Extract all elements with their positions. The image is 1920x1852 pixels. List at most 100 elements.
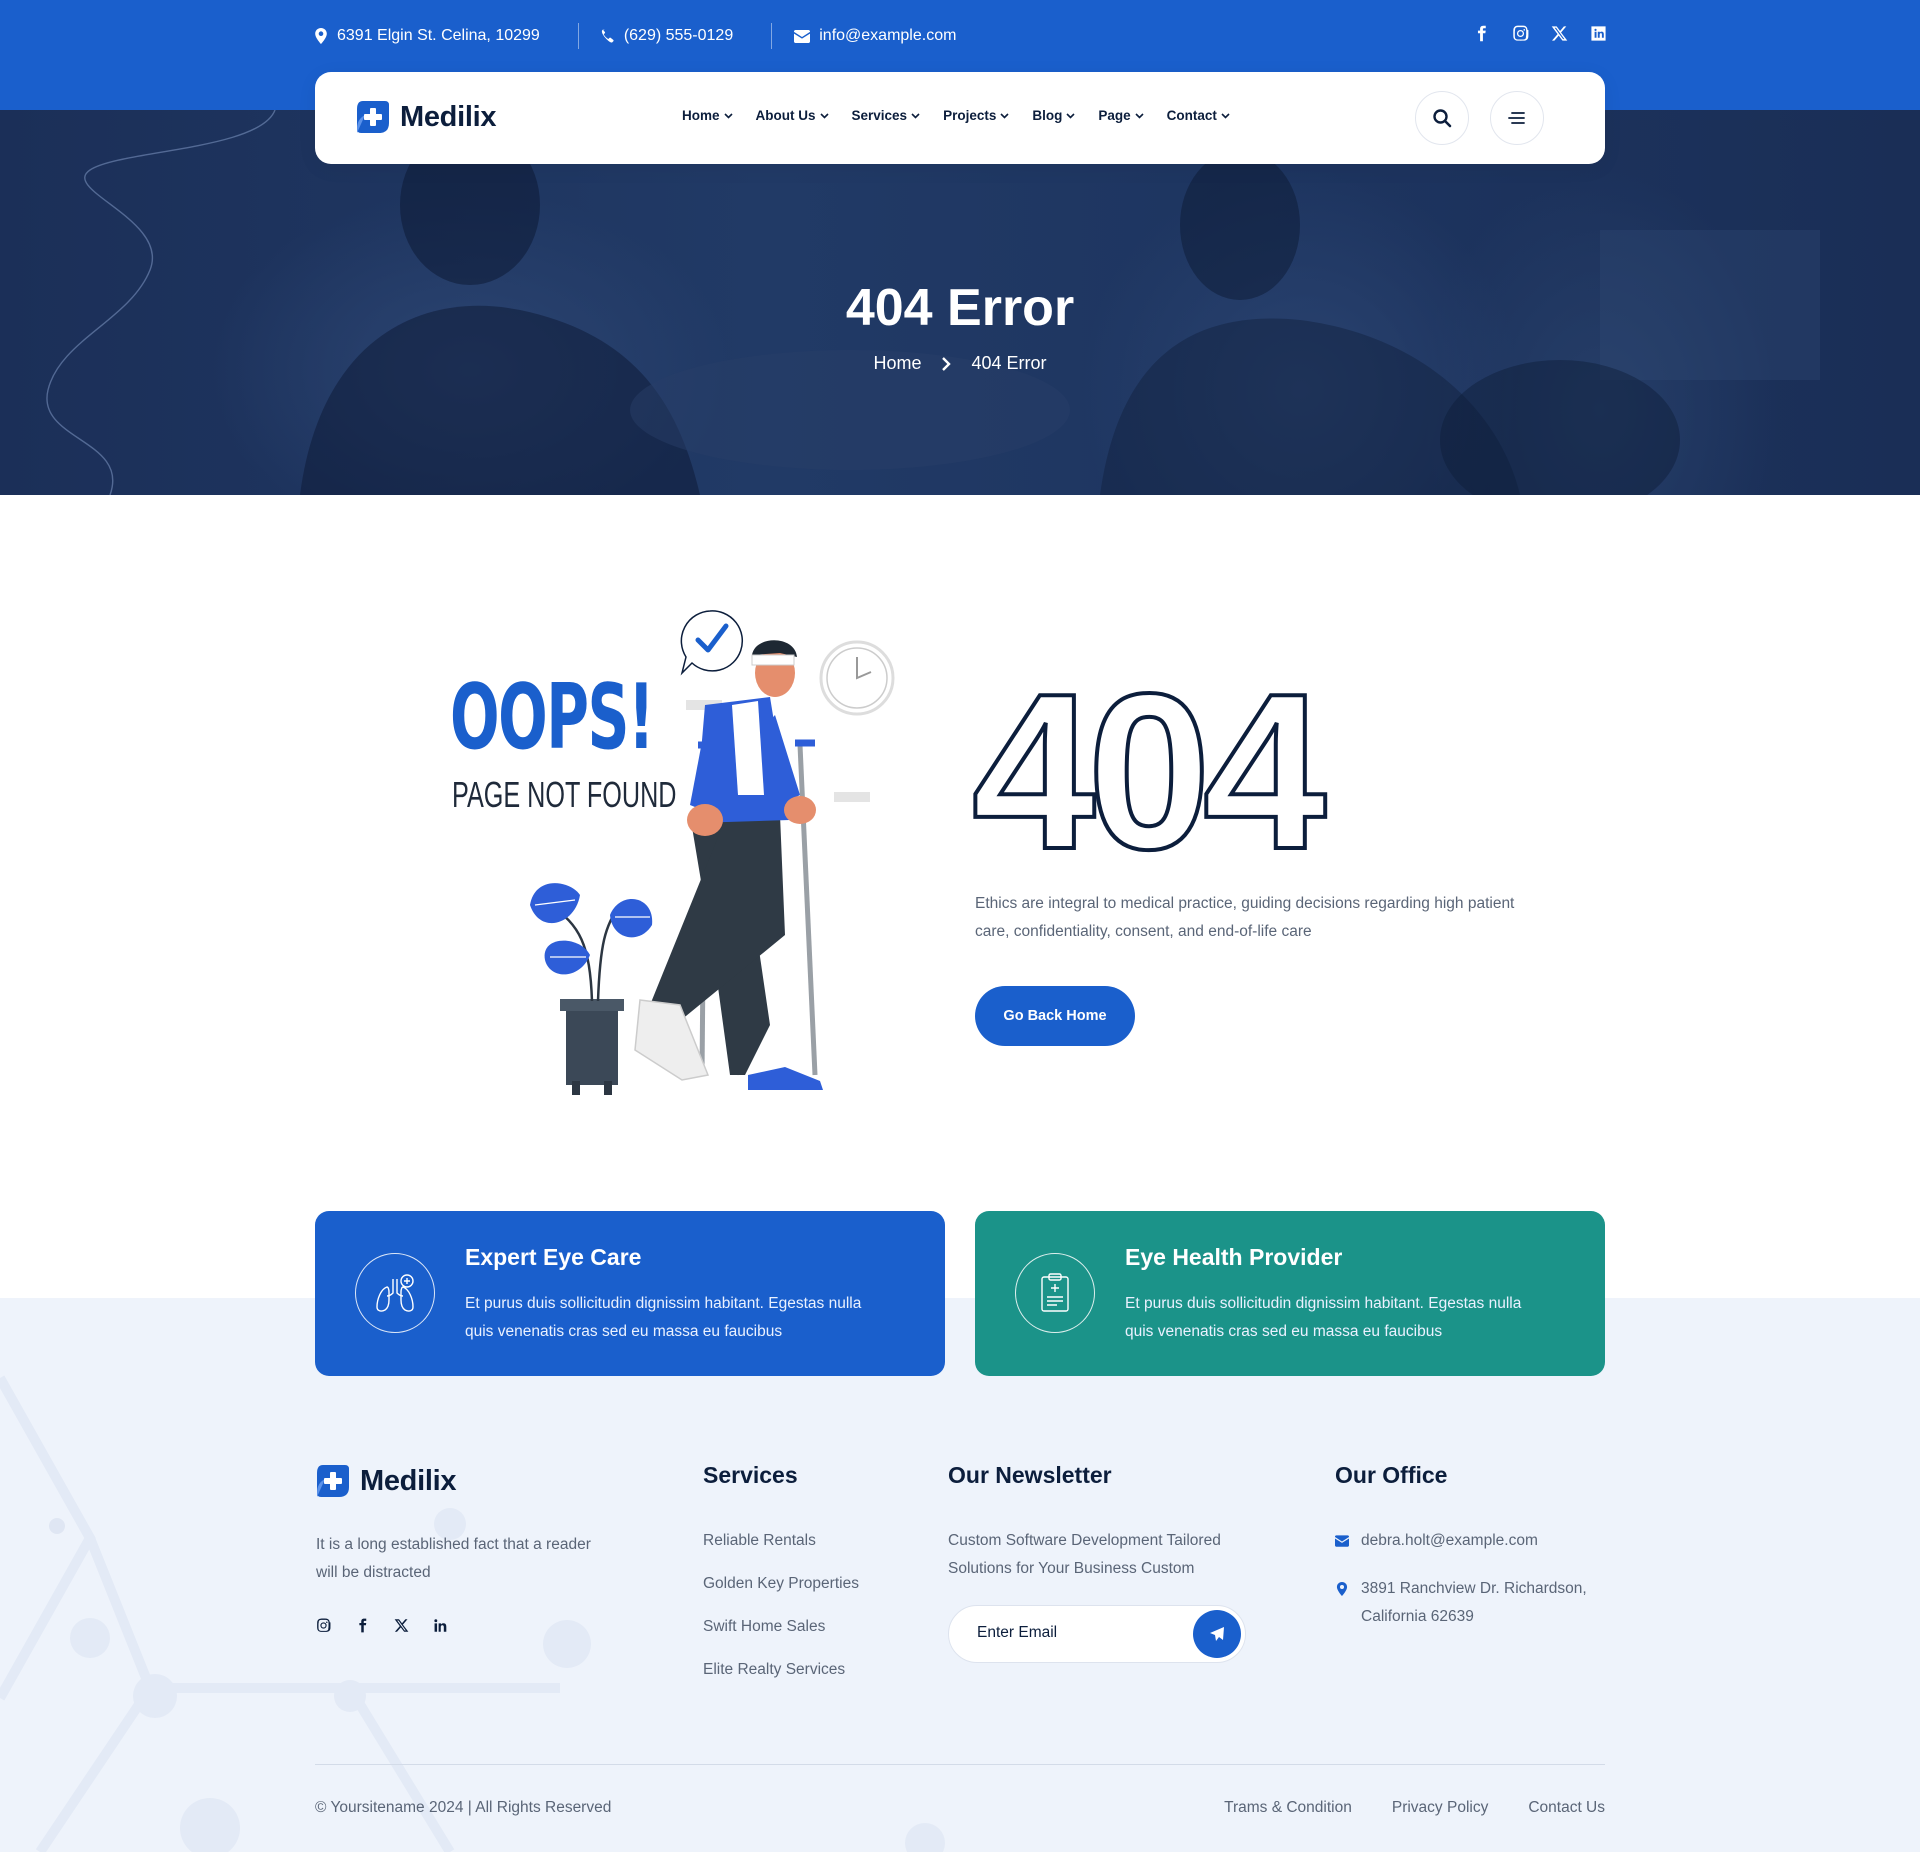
envelope-icon bbox=[1335, 1535, 1349, 1547]
services-links: Reliable Rentals Golden Key Properties S… bbox=[703, 1528, 859, 1682]
lungs-icon bbox=[376, 1274, 414, 1312]
nav-item-label: Services bbox=[851, 108, 908, 123]
logo-text: Medilix bbox=[400, 100, 497, 133]
copyright-text: © Yoursitename 2024 | All Rights Reserve… bbox=[315, 1799, 612, 1816]
newsletter-submit-button[interactable] bbox=[1193, 1610, 1241, 1658]
location-pin-icon bbox=[315, 28, 327, 44]
services-link[interactable]: Elite Realty Services bbox=[703, 1657, 859, 1682]
error-code-text: 404 bbox=[972, 670, 1326, 860]
chevron-down-icon bbox=[1221, 112, 1230, 119]
linkedin-icon[interactable] bbox=[433, 1618, 448, 1633]
instagram-icon[interactable] bbox=[1512, 25, 1529, 42]
chevron-down-icon bbox=[1066, 112, 1075, 119]
chevron-down-icon bbox=[819, 112, 829, 119]
nav-menu: Home About Us Services Projects Blog Pag… bbox=[682, 108, 1230, 123]
office-email[interactable]: debra.holt@example.com bbox=[1335, 1527, 1538, 1555]
nav-item-label: Projects bbox=[943, 108, 997, 123]
instagram-icon[interactable] bbox=[316, 1618, 331, 1633]
newsletter-form bbox=[948, 1605, 1246, 1663]
nav-item-about-us[interactable]: About Us bbox=[756, 108, 829, 123]
chevron-down-icon bbox=[1135, 112, 1144, 119]
chevron-right-icon bbox=[942, 356, 952, 371]
send-icon bbox=[1210, 1627, 1224, 1641]
office-address: 3891 Ranchview Dr. Richardson, Californi… bbox=[1335, 1575, 1605, 1631]
chevron-down-icon bbox=[1000, 112, 1009, 119]
nav-item-label: Home bbox=[682, 108, 720, 123]
services-heading: Services bbox=[703, 1462, 798, 1488]
footer-about-text: It is a long established fact that a rea… bbox=[316, 1536, 591, 1581]
services-link[interactable]: Swift Home Sales bbox=[703, 1614, 859, 1639]
footer-divider bbox=[315, 1764, 1605, 1765]
go-back-home-button[interactable]: Go Back Home bbox=[975, 986, 1135, 1046]
privacy-policy-link[interactable]: Privacy Policy bbox=[1392, 1799, 1488, 1817]
divider bbox=[577, 23, 579, 49]
x-icon[interactable] bbox=[394, 1618, 409, 1633]
services-link[interactable]: Reliable Rentals bbox=[703, 1528, 859, 1553]
divider bbox=[771, 23, 773, 49]
phone-item[interactable]: (629) 555-0129 bbox=[601, 27, 733, 45]
newsletter-text: Custom Software Development Tailored Sol… bbox=[948, 1532, 1221, 1577]
nav-item-services[interactable]: Services bbox=[852, 108, 921, 123]
nav-item-label: About Us bbox=[755, 108, 816, 123]
page-not-found-text: PAGE NOT FOUND bbox=[452, 774, 677, 815]
email-item[interactable]: info@example.com bbox=[794, 27, 956, 45]
phone-icon bbox=[601, 29, 614, 43]
breadcrumb: Home 404 Error bbox=[0, 353, 1920, 374]
footer-socials bbox=[316, 1618, 448, 1633]
oops-heading: OOPS! bbox=[450, 665, 655, 770]
card-icon-circle bbox=[355, 1253, 435, 1333]
envelope-icon bbox=[794, 29, 811, 43]
facebook-icon[interactable] bbox=[1473, 25, 1490, 42]
top-socials bbox=[1473, 25, 1607, 42]
office-address-text: 3891 Ranchview Dr. Richardson, Californi… bbox=[1361, 1580, 1587, 1625]
card-title: Expert Eye Care bbox=[465, 1244, 642, 1270]
contact-info: 6391 Elgin St. Celina, 10299 (629) 555-0… bbox=[314, 23, 956, 49]
terms-link[interactable]: Trams & Condition bbox=[1224, 1799, 1352, 1817]
office-heading: Our Office bbox=[1335, 1462, 1448, 1488]
clipboard-icon bbox=[1041, 1273, 1069, 1312]
feature-card-eye-health-provider[interactable]: Eye Health Provider Et purus duis sollic… bbox=[975, 1211, 1605, 1376]
error-description: Ethics are integral to medical practice,… bbox=[975, 895, 1515, 940]
nav-item-label: Page bbox=[1098, 108, 1131, 123]
phone-text: (629) 555-0129 bbox=[623, 27, 734, 44]
breadcrumb-current: 404 Error bbox=[971, 353, 1047, 373]
office-email-text: debra.holt@example.com bbox=[1361, 1532, 1538, 1549]
site-logo[interactable]: Medilix bbox=[355, 99, 497, 135]
facebook-icon[interactable] bbox=[355, 1618, 370, 1633]
card-title: Eye Health Provider bbox=[1125, 1244, 1343, 1270]
card-icon-circle bbox=[1015, 1253, 1095, 1333]
search-button[interactable] bbox=[1415, 91, 1469, 145]
breadcrumb-home-link[interactable]: Home bbox=[873, 353, 921, 374]
chevron-down-icon bbox=[911, 112, 920, 119]
card-text: Et purus duis sollicitudin dignissim hab… bbox=[1125, 1295, 1522, 1340]
nav-item-projects[interactable]: Projects bbox=[943, 108, 1009, 123]
search-icon bbox=[1433, 109, 1452, 128]
card-text: Et purus duis sollicitudin dignissim hab… bbox=[465, 1295, 862, 1340]
menu-toggle-button[interactable] bbox=[1490, 91, 1544, 145]
page-title: 404 Error bbox=[845, 279, 1075, 337]
location-pin-icon bbox=[1336, 1582, 1348, 1596]
oops-illustration: OOPS! PAGE NOT FOUND bbox=[440, 605, 910, 1095]
footer-logo[interactable]: Medilix bbox=[315, 1463, 457, 1499]
services-link[interactable]: Golden Key Properties bbox=[703, 1571, 859, 1596]
nav-item-page[interactable]: Page bbox=[1098, 108, 1144, 123]
email-text: info@example.com bbox=[819, 27, 957, 44]
nav-item-blog[interactable]: Blog bbox=[1032, 108, 1075, 123]
feature-card-expert-eye-care[interactable]: Expert Eye Care Et purus duis sollicitud… bbox=[315, 1211, 945, 1376]
nav-item-label: Contact bbox=[1166, 108, 1217, 123]
address-text: 6391 Elgin St. Celina, 10299 bbox=[337, 27, 540, 44]
newsletter-heading: Our Newsletter bbox=[948, 1462, 1112, 1488]
newsletter-email-input[interactable] bbox=[977, 1624, 1177, 1642]
contact-us-link[interactable]: Contact Us bbox=[1528, 1799, 1605, 1817]
medical-cross-logo-icon bbox=[357, 101, 389, 133]
nav-item-contact[interactable]: Contact bbox=[1167, 108, 1230, 123]
linkedin-icon[interactable] bbox=[1590, 25, 1607, 42]
error-code: 404 bbox=[970, 646, 1352, 898]
medical-cross-logo-icon bbox=[317, 1465, 349, 1497]
nav-item-home[interactable]: Home bbox=[682, 108, 733, 123]
chevron-down-icon bbox=[723, 112, 733, 119]
hamburger-menu-icon bbox=[1508, 112, 1525, 124]
x-icon[interactable] bbox=[1551, 25, 1568, 42]
nav-item-label: Blog bbox=[1032, 108, 1063, 123]
logo-text: Medilix bbox=[360, 1464, 457, 1497]
